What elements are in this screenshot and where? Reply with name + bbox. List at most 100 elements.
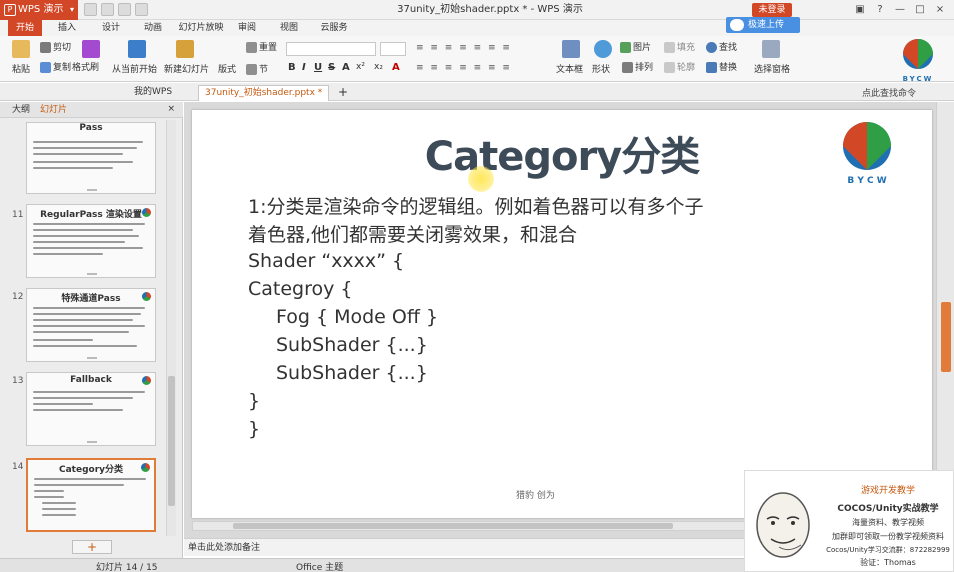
slide-body-line[interactable]: SubShader {...} xyxy=(276,362,428,384)
thumbnail-text-line xyxy=(33,313,141,315)
shape-icon[interactable] xyxy=(594,40,612,58)
replace-button[interactable]: 替换 xyxy=(706,62,737,74)
slide-body-line[interactable]: SubShader {...} xyxy=(276,334,428,356)
save-icon[interactable] xyxy=(84,3,97,16)
thumbnail-text-line xyxy=(34,496,64,498)
quick-upload-button[interactable]: 极速上传 xyxy=(726,17,800,33)
tab-current-document[interactable]: 37unity_初始shader.pptx * xyxy=(198,85,330,101)
slide-body-line[interactable]: } xyxy=(248,390,260,412)
picture-button[interactable]: 图片 xyxy=(620,42,651,54)
scrollbar-thumb[interactable] xyxy=(941,302,951,372)
thumbnail-text-line xyxy=(33,403,93,405)
slide-thumbnail-selected[interactable]: Category分类 xyxy=(26,458,156,532)
reset-button[interactable]: 重置 xyxy=(246,42,277,54)
tab-outline[interactable]: 大纲 xyxy=(12,104,30,116)
tab-slideshow[interactable]: 幻灯片放映 xyxy=(176,20,226,36)
new-slide-icon[interactable] xyxy=(176,40,194,58)
thumbnail-text-line xyxy=(33,241,125,243)
subscript-button[interactable]: x₂ xyxy=(374,62,383,72)
thumbnail-text-line xyxy=(33,223,145,225)
play-from-current-icon[interactable] xyxy=(128,40,146,58)
slide-body-line[interactable]: Fog { Mode Off } xyxy=(276,306,438,328)
scrollbar-thumb[interactable] xyxy=(233,523,673,529)
format-painter-button[interactable]: 格式刷 xyxy=(72,62,99,74)
from-current-button[interactable]: 从当前开始 xyxy=(112,64,157,76)
window-controls: ▣ ? — □ × xyxy=(852,2,948,18)
arrange-button[interactable]: 排列 xyxy=(622,62,653,74)
tab-insert[interactable]: 插入 xyxy=(50,20,84,36)
undo-icon[interactable] xyxy=(101,3,114,16)
tab-review[interactable]: 审阅 xyxy=(230,20,264,36)
textbox-icon[interactable] xyxy=(562,40,580,58)
paste-icon[interactable] xyxy=(12,40,30,58)
section-button[interactable]: 节 xyxy=(246,64,268,76)
shape-button[interactable]: 形状 xyxy=(592,64,610,76)
font-size-select[interactable] xyxy=(380,42,406,56)
slide-title[interactable]: Category分类 xyxy=(192,124,932,182)
tab-animation[interactable]: 动画 xyxy=(136,20,170,36)
fill-button[interactable]: 填充 xyxy=(664,42,695,54)
slide-thumbnail[interactable]: Pass xyxy=(26,122,156,194)
notes-pane[interactable]: 单击此处添加备注 xyxy=(184,538,744,556)
outline-button[interactable]: 轮廓 xyxy=(664,62,695,74)
cut-button[interactable]: 剪切 xyxy=(40,42,71,54)
layout-button[interactable]: 版式 xyxy=(218,64,236,76)
find-button[interactable]: 查找 xyxy=(706,42,737,54)
tab-design[interactable]: 设计 xyxy=(94,20,128,36)
command-search[interactable]: 点此查找命令 xyxy=(862,86,916,99)
tab-view[interactable]: 视图 xyxy=(272,20,306,36)
superscript-button[interactable]: x² xyxy=(356,62,365,72)
skin-icon[interactable]: ▣ xyxy=(852,2,868,18)
login-button[interactable]: 未登录 xyxy=(752,3,792,17)
select-pane-icon[interactable] xyxy=(762,40,780,58)
horizontal-scrollbar[interactable] xyxy=(192,521,752,531)
font-color-button[interactable]: A xyxy=(392,62,400,73)
thumbnail-scrollbar[interactable] xyxy=(166,120,176,536)
slide-body-line[interactable]: } xyxy=(248,418,260,440)
slide-canvas[interactable]: Category分类 B Y C W 1:分类是渲染命令的逻辑组。例如着色器可以… xyxy=(192,110,932,518)
close-icon[interactable]: × xyxy=(167,104,175,114)
new-tab-button[interactable]: + xyxy=(332,85,354,101)
slide-thumbnail[interactable]: 特殊通道Pass xyxy=(26,288,156,362)
slide-body-line[interactable]: 着色器,他们都需要关闭雾效果，和混合 xyxy=(248,220,577,247)
tab-slides[interactable]: 幻灯片 xyxy=(40,104,67,116)
italic-button[interactable]: I xyxy=(302,62,306,73)
slide-thumbnail[interactable]: Fallback xyxy=(26,372,156,446)
help-icon[interactable]: ? xyxy=(872,2,888,18)
copy-button[interactable]: 复制 xyxy=(40,62,71,74)
thumbnail-text-line xyxy=(33,141,143,143)
thumbnail-title: Fallback xyxy=(70,375,112,385)
slide-body-line[interactable]: 1:分类是渲染命令的逻辑组。例如着色器可以有多个子 xyxy=(248,192,704,219)
strikethrough-button[interactable]: S xyxy=(328,62,335,73)
scrollbar-thumb[interactable] xyxy=(168,376,175,506)
promo-title: 游戏开发教学 xyxy=(860,486,915,496)
redo-icon[interactable] xyxy=(118,3,131,16)
thumbnail-text-line xyxy=(33,167,113,169)
slide-body-line[interactable]: Shader “xxxx” { xyxy=(248,250,404,272)
select-pane-button[interactable]: 选择窗格 xyxy=(754,64,790,76)
tab-cloud[interactable]: 云服务 xyxy=(314,20,354,36)
alignment-tools[interactable]: ≡ ≡ ≡ ≡ ≡ ≡ ≡ xyxy=(416,62,512,74)
textbox-button[interactable]: 文本框 xyxy=(556,64,583,76)
slide-thumbnail[interactable]: RegularPass 渲染设置 xyxy=(26,204,156,278)
close-button[interactable]: × xyxy=(932,2,948,18)
minimize-button[interactable]: — xyxy=(892,2,908,18)
promo-line: 加群即可领取一份教学视频资料 xyxy=(832,532,944,541)
bycw-logo-icon xyxy=(142,292,151,301)
font-name-select[interactable] xyxy=(286,42,376,56)
shadow-button[interactable]: A xyxy=(342,62,350,73)
bold-button[interactable]: B xyxy=(288,62,296,73)
maximize-button[interactable]: □ xyxy=(912,2,928,18)
slide-logo-text: B Y C W xyxy=(847,176,886,186)
tab-home[interactable]: 开始 xyxy=(8,20,42,36)
tab-my-wps[interactable]: 我的WPS xyxy=(128,85,178,101)
thumbnail-page-mark xyxy=(87,357,97,359)
app-menu-button[interactable]: P WPS 演示 ▾ xyxy=(0,0,78,20)
print-icon[interactable] xyxy=(135,3,148,16)
underline-button[interactable]: U xyxy=(314,62,322,73)
paste-button[interactable]: 粘贴 xyxy=(12,64,30,76)
add-slide-button[interactable]: + xyxy=(72,540,112,554)
slide-body-line[interactable]: Categroy { xyxy=(248,278,353,300)
paragraph-tools[interactable]: ≡ ≡ ≡ ≡ ≡ ≡ ≡ xyxy=(416,42,512,54)
new-slide-button[interactable]: 新建幻灯片 xyxy=(164,64,209,76)
